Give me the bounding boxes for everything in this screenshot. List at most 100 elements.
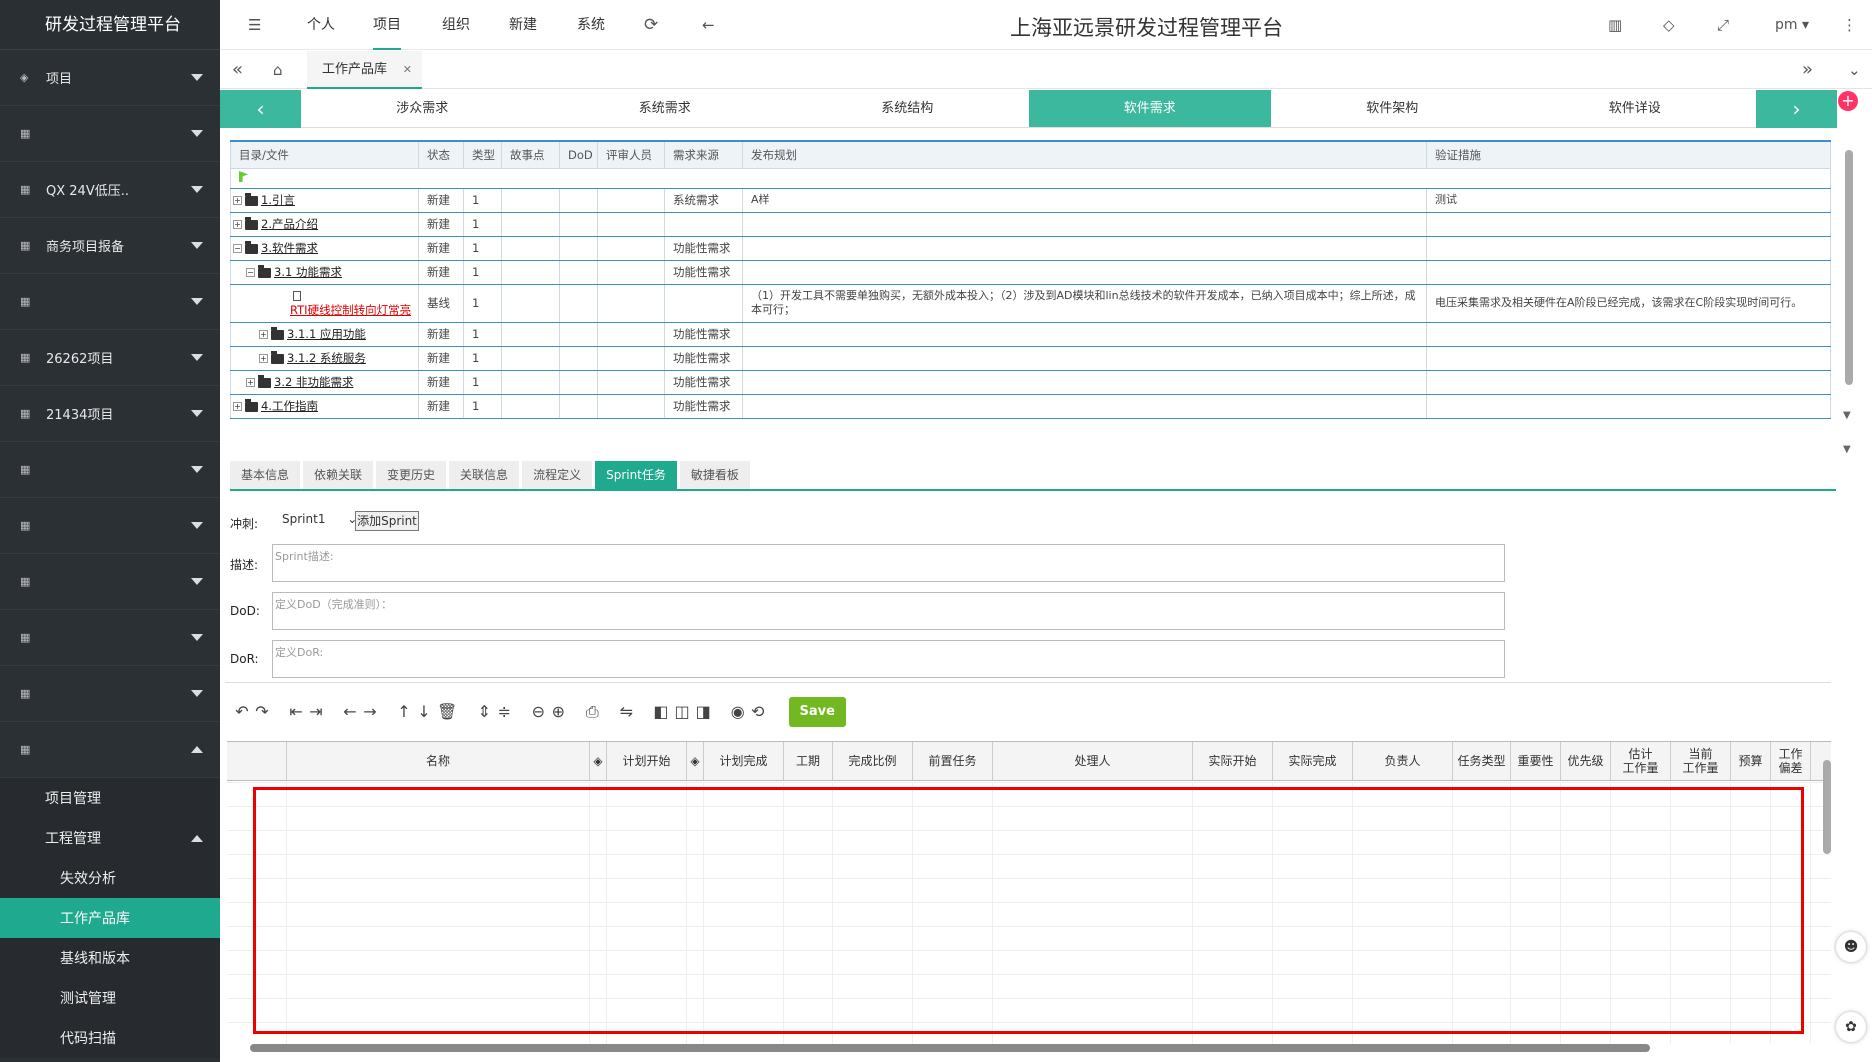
sidebar-item[interactable]: ▦ QX 24V低压.. [0, 162, 220, 218]
sidebar-subitem[interactable]: 项目管理 [0, 778, 220, 818]
brain-icon[interactable]: ✿ [1836, 1012, 1866, 1042]
sidebar-item[interactable]: ▦ [0, 106, 220, 162]
tabs-scroll-right-icon[interactable]: » [1802, 51, 1813, 89]
sidebar-item[interactable]: ▦ [0, 722, 220, 778]
nav-system[interactable]: 系统 [577, 0, 605, 50]
grid-column-header[interactable]: 处理人 [993, 742, 1193, 780]
stage-tab[interactable]: 软件详设 [1513, 90, 1756, 128]
grid-column-header[interactable]: 计划开始 [607, 742, 687, 780]
palette-icon[interactable]: ◉ [731, 702, 745, 721]
expand-icon[interactable]: + [246, 378, 255, 387]
tree-row[interactable]: − 3.1 功能需求 新建 1 功能性需求 [230, 260, 1831, 285]
sidebar-item[interactable]: ▦ [0, 442, 220, 498]
grid-column-header[interactable]: 实际完成 [1273, 742, 1353, 780]
split-left-icon[interactable]: ◧ [653, 702, 668, 721]
tree-item-link[interactable]: RTI硬线控制转向灯常亮 [290, 303, 411, 317]
grid-horizontal-scrollbar[interactable] [250, 1044, 1650, 1052]
zoom-in-icon[interactable]: ⊕ [551, 702, 565, 721]
sidebar-item[interactable]: ▦ [0, 498, 220, 554]
stage-tab[interactable]: 软件架构 [1271, 90, 1514, 128]
grid-column-header[interactable]: 重要性 [1511, 742, 1561, 780]
stage-tab[interactable]: 涉众需求 [301, 90, 544, 128]
back-arrow-icon[interactable]: ← [702, 0, 715, 50]
tree-row[interactable]: +3.2 非功能需求 新建 1 功能性需求 [230, 370, 1831, 395]
tree-row[interactable]: +4.工作指南 新建 1 功能性需求 [230, 394, 1831, 419]
grid-column-header[interactable]: 名称 [287, 742, 590, 780]
tree-column-header[interactable]: 故事点 [501, 140, 560, 169]
expand-all-icon[interactable]: ⇕ [477, 702, 491, 721]
tree-row[interactable]: +2.产品介绍 新建 1 [230, 212, 1831, 237]
tree-item-link[interactable]: 3.2 非功能需求 [274, 375, 353, 389]
move-left-icon[interactable]: ← [343, 702, 357, 721]
move-up-icon[interactable]: ↑ [397, 702, 411, 721]
grid-column-header[interactable]: 完成比例 [833, 742, 913, 780]
expand-icon[interactable]: + [233, 196, 242, 205]
tree-item-link[interactable]: 1.引言 [261, 193, 295, 207]
undo-icon[interactable]: ↶ [235, 702, 249, 721]
tree-item-link[interactable]: 3.1 功能需求 [274, 265, 342, 279]
add-float-icon[interactable]: + [1838, 91, 1858, 111]
sidebar-subitem[interactable]: 代码扫描 [0, 1018, 220, 1058]
grid-vertical-scrollbar[interactable] [1823, 760, 1831, 854]
tree-row[interactable]: +1.引言 新建 1 系统需求 A样 测试 [230, 188, 1831, 213]
sidebar-subitem[interactable]: 工程管理 [0, 818, 220, 858]
detail-tab[interactable]: 依赖关联 [303, 461, 374, 489]
collapse-icon[interactable]: − [246, 268, 255, 277]
description-field[interactable]: Sprint描述: [272, 544, 1505, 582]
stage-next-button[interactable]: › [1756, 90, 1837, 128]
user-menu[interactable]: pm ▾ [1775, 0, 1809, 50]
detail-tab[interactable]: 关联信息 [449, 461, 520, 489]
move-right-icon[interactable]: → [363, 702, 377, 721]
detail-tab[interactable]: 变更历史 [376, 461, 447, 489]
grid-column-header[interactable]: ◈ [590, 742, 607, 780]
expand-icon[interactable]: + [259, 330, 268, 339]
expand-icon[interactable]: + [259, 354, 268, 363]
sidebar-item[interactable]: ▦ [0, 274, 220, 330]
tree-item-link[interactable]: 3.1.2 系统服务 [287, 351, 366, 365]
grid-column-header[interactable]: 前置任务 [913, 742, 993, 780]
book-icon[interactable]: ▥ [1608, 0, 1622, 50]
tree-column-header[interactable]: 类型 [463, 140, 502, 169]
delete-icon[interactable]: 🗑 [437, 702, 457, 721]
expand-icon[interactable]: + [233, 220, 242, 229]
split-both-icon[interactable]: ◫ [674, 702, 689, 721]
tree-item-link[interactable]: 3.1.1 应用功能 [287, 327, 366, 341]
grid-column-header[interactable]: 预算 [1731, 742, 1771, 780]
detail-tab[interactable]: 流程定义 [522, 461, 593, 489]
sidebar-subitem[interactable]: 工作产品库 [0, 898, 220, 938]
sidebar-subitem[interactable]: 基线和版本 [0, 938, 220, 978]
tree-row[interactable]: +3.1.1 应用功能 新建 1 功能性需求 [230, 322, 1831, 347]
stage-tab[interactable]: 软件需求 [1028, 90, 1271, 128]
grid-column-header[interactable]: 优先级 [1561, 742, 1611, 780]
tree-column-header[interactable]: 需求来源 [664, 140, 743, 169]
stage-tab[interactable]: 系统需求 [543, 90, 786, 128]
home-icon[interactable]: ⌂ [273, 51, 283, 89]
detail-tab[interactable]: 基本信息 [230, 461, 301, 489]
menu-toggle-icon[interactable]: ☰ [248, 0, 261, 50]
grid-column-header[interactable]: 计划完成 [704, 742, 784, 780]
redo-icon[interactable]: ↷ [255, 702, 269, 721]
add-sprint-button[interactable]: 添加Sprint [355, 511, 419, 531]
dod-field[interactable]: 定义DoD（完成准则）： [272, 592, 1505, 630]
tab-work-product-library[interactable]: 工作产品库 ✕ [307, 51, 422, 89]
print-icon[interactable]: ⎙ [585, 702, 599, 722]
nav-project[interactable]: 项目 [373, 0, 401, 50]
grid-column-header[interactable]: 任务类型 [1453, 742, 1511, 780]
tag-icon[interactable]: ◇ [1663, 0, 1675, 50]
grid-column-header[interactable]: ◈ [687, 742, 704, 780]
tabs-dropdown-icon[interactable]: ⌄ [1848, 51, 1861, 89]
page-scroll-down-icon[interactable]: ▼ [1843, 444, 1851, 455]
fullscreen-icon[interactable]: ⤢ [1717, 0, 1729, 50]
indent-icon[interactable]: ⇥ [309, 702, 323, 721]
grid-column-header[interactable]: 估计 工作量 [1611, 742, 1671, 780]
nav-new[interactable]: 新建 [509, 0, 537, 50]
zoom-out-icon[interactable]: ⊖ [531, 702, 545, 721]
outdent-icon[interactable]: ⇤ [289, 702, 303, 721]
stage-prev-button[interactable]: ‹ [220, 90, 301, 128]
tree-row[interactable]: RTI硬线控制转向灯常亮 基线 1 （1）开发工具不需要单独购买，无额外成本投入；（2… [230, 284, 1831, 323]
detail-tab[interactable]: 敏捷看板 [679, 461, 750, 489]
tree-column-header[interactable]: 目录/文件 [230, 140, 419, 169]
tree-row[interactable]: − 3.软件需求 新建 1 功能性需求 [230, 236, 1831, 261]
move-down-icon[interactable]: ↓ [417, 702, 431, 721]
tree-column-header[interactable]: 验证措施 [1426, 140, 1831, 169]
